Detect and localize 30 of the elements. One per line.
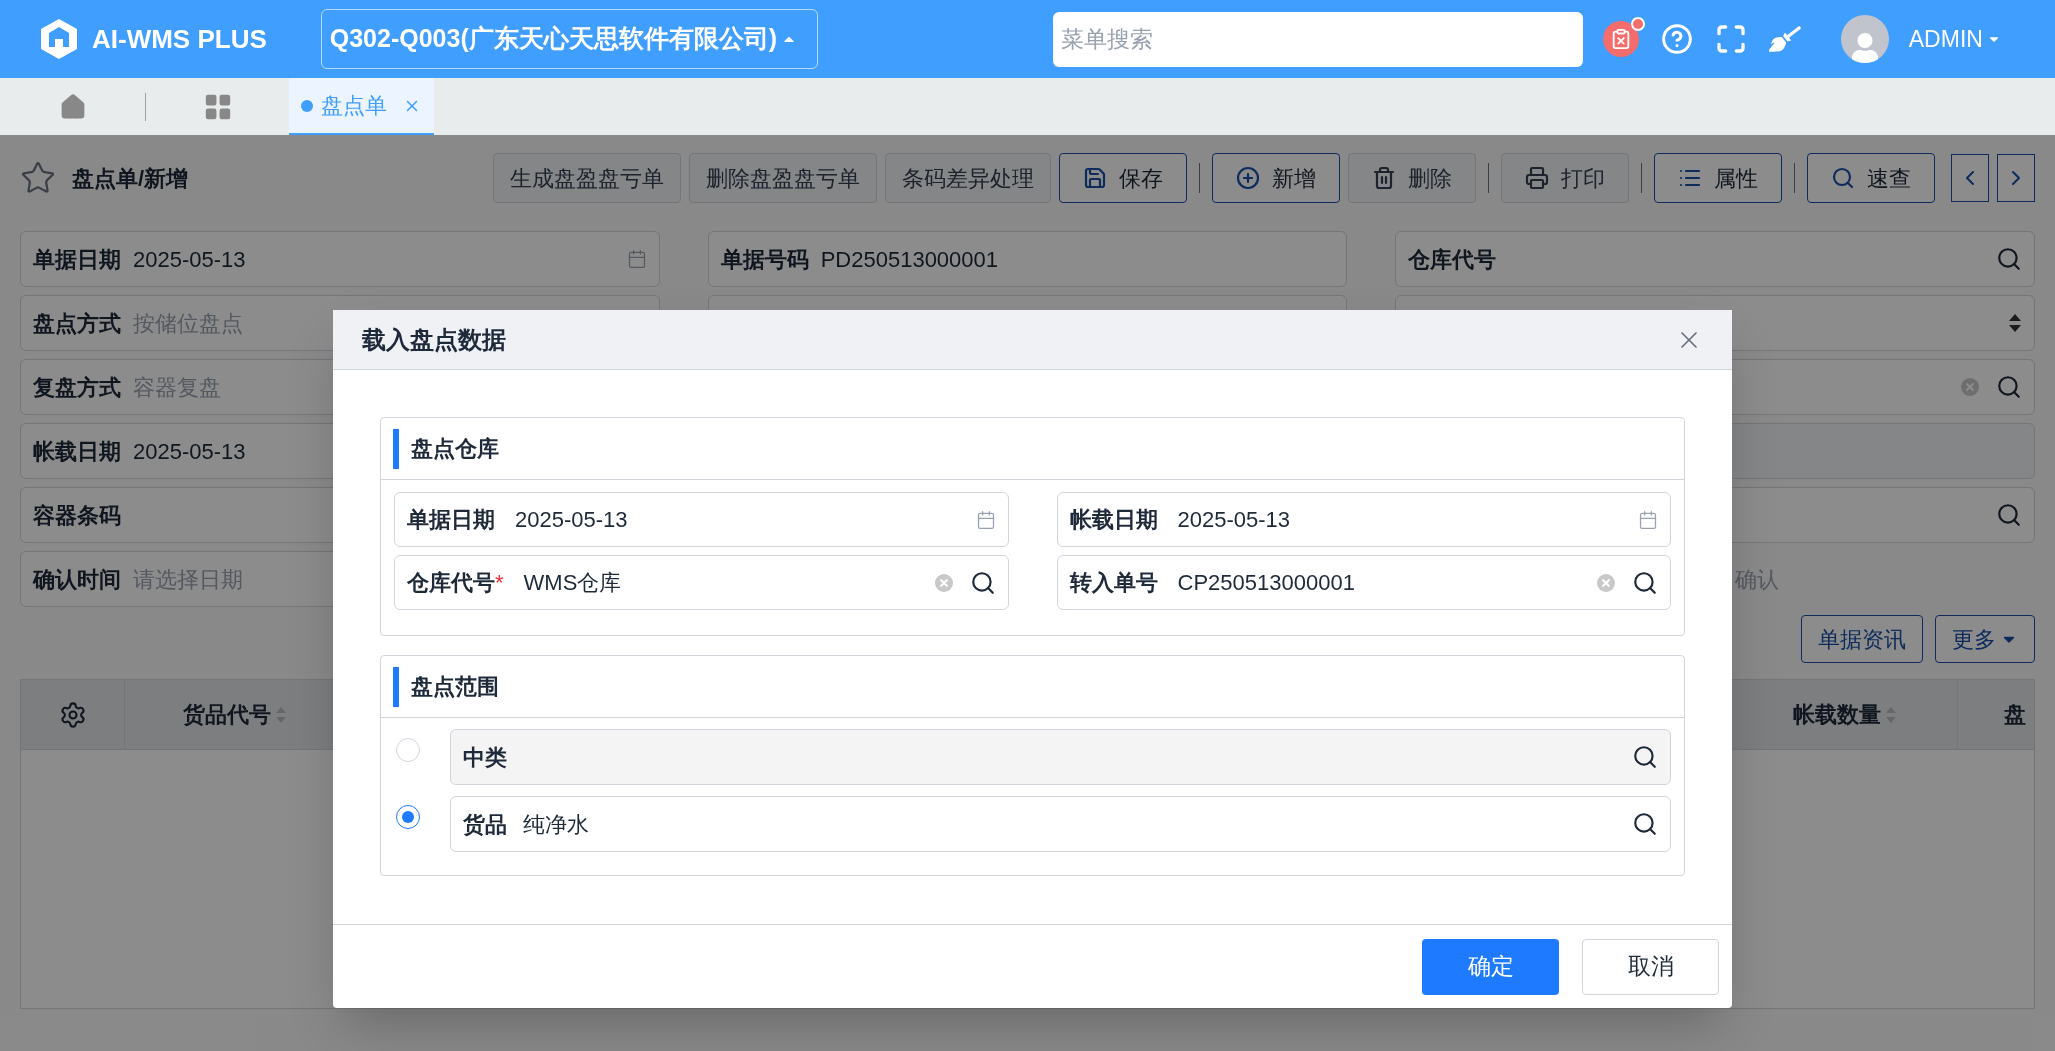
field-placeholder: 按储位盘点 [133,309,243,338]
field-label: 确认时间 [33,565,121,594]
field-value: WMS仓库 [523,569,622,597]
field-value: 纯净水 [523,810,589,839]
section-title: 盘点范围 [411,673,499,701]
field-label: 帐载日期 [1069,506,1158,534]
field-value: PD250513000001 [820,245,999,274]
field-label: 中类 [463,743,507,772]
field-label: 仓库代号* [407,569,504,597]
field-label: 容器条码 [33,501,121,530]
field-value: 2025-05-13 [133,437,246,466]
field-value: 2025-05-13 [133,245,246,274]
field-value: 2025-05-13 [515,506,628,534]
field-placeholder: 容器复盘 [133,373,221,402]
field-label: 复盘方式 [33,373,121,402]
section-title: 盘点仓库 [411,435,499,463]
field-label: 转入单号 [1069,569,1158,597]
field-label: 单据日期 [33,245,121,274]
field-label: 盘点方式 [33,309,121,338]
field-value: 2025-05-13 [1177,506,1291,534]
app-name: AI-WMS PLUS [92,22,267,56]
field-label: 帐载日期 [33,437,121,466]
page-title: 盘点单/新增 [72,164,189,193]
field-label: 仓库代号 [1408,245,1497,274]
field-placeholder: 请选择日期 [133,565,243,594]
field-label: 单据日期 [407,506,495,534]
field-label: 单据号码 [720,245,809,274]
field-value: CP250513000001 [1177,569,1355,597]
field-label: 货品 [463,810,507,839]
dialog-title: 载入盘点数据 [362,324,506,355]
